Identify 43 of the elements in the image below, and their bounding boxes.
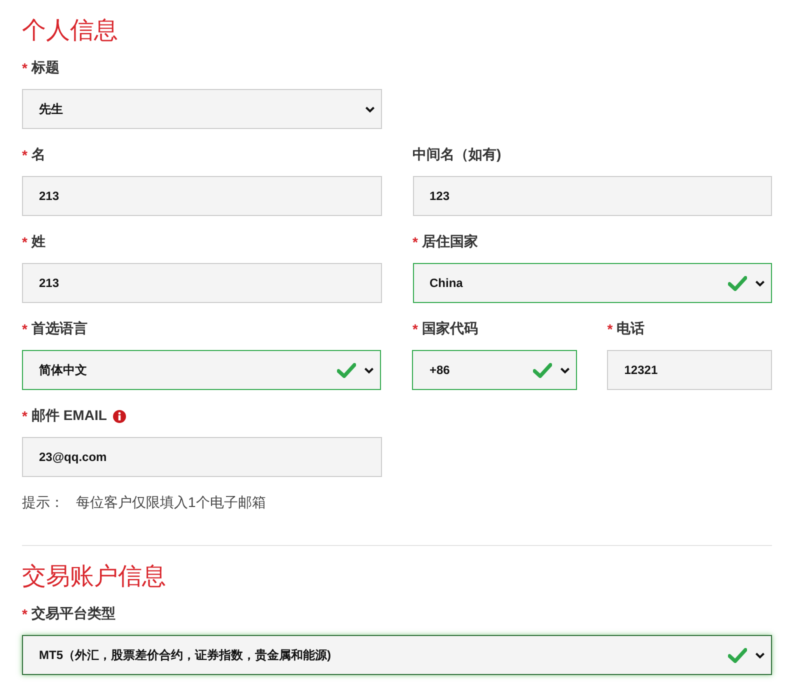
hint-label: 提示：: [22, 494, 64, 512]
chevron-down-icon: [755, 280, 765, 286]
input-field[interactable]: 23@qq.com: [22, 437, 382, 477]
hint-text: 每位客户仅限填入1个电子邮箱: [76, 494, 266, 512]
required-asterisk: *: [22, 147, 28, 163]
info-icon[interactable]: [112, 410, 126, 422]
chevron-down-icon: [364, 366, 374, 374]
checkmark-icon: [728, 276, 747, 290]
chevron-down-icon: [560, 366, 570, 374]
field-label: 标题: [31, 59, 60, 77]
select-field[interactable]: MT5（外汇，股票差价合约，证券指数，贵金属和能源): [22, 635, 772, 675]
field-label: 电话: [616, 320, 645, 338]
select-field[interactable]: 简体中文: [22, 350, 382, 390]
checkmark-icon: [728, 648, 747, 662]
field-label: 居住国家: [422, 233, 478, 251]
checkmark-icon: [337, 362, 356, 378]
chevron-down-icon: [755, 652, 765, 658]
field-label: 国家代码: [422, 320, 478, 338]
select-field[interactable]: +86: [412, 350, 578, 390]
input-field[interactable]: 123: [412, 176, 772, 216]
chevron-down-icon: [365, 106, 375, 112]
field-label: 首选语言: [31, 320, 88, 338]
select-field[interactable]: China: [412, 263, 772, 303]
section-title: 交易账户信息: [22, 562, 167, 592]
section-title: 个人信息: [22, 16, 119, 46]
required-asterisk: *: [22, 408, 28, 424]
field-label: 姓: [31, 233, 46, 251]
select-field[interactable]: 先生: [22, 89, 382, 129]
required-asterisk: *: [22, 321, 28, 337]
field-label: 中间名（如有): [412, 146, 502, 164]
required-asterisk: *: [412, 234, 418, 250]
input-field[interactable]: 213: [22, 176, 382, 216]
input-field[interactable]: 12321: [607, 350, 772, 390]
required-asterisk: *: [607, 321, 613, 337]
checkmark-icon: [533, 362, 552, 378]
required-asterisk: *: [22, 234, 28, 250]
field-label: 交易平台类型: [31, 605, 116, 623]
required-asterisk: *: [22, 60, 28, 76]
field-label: 名: [31, 146, 46, 164]
required-asterisk: *: [22, 606, 28, 622]
input-field[interactable]: 213: [22, 263, 382, 303]
required-asterisk: *: [412, 321, 418, 337]
field-label: 邮件 EMAIL: [31, 407, 107, 425]
